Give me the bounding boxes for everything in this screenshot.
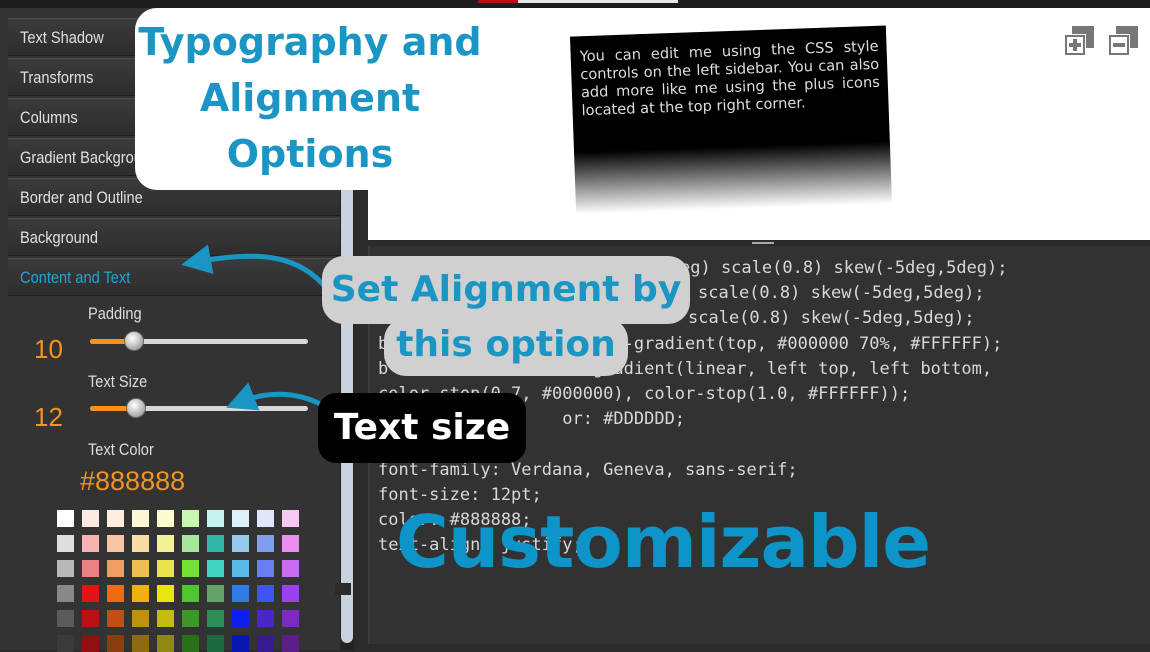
alignment-callout-line-2: this option [384, 318, 628, 376]
typography-callout-line: Alignment [199, 76, 421, 120]
typography-callout-line: Typography and [138, 20, 482, 64]
alignment-callout: Set Alignment by [322, 256, 690, 324]
alignment-arrow-icon [181, 244, 330, 292]
customizable-overlay: Customizable [396, 500, 931, 584]
text-size-callout: Text size [318, 393, 526, 463]
typography-callout: Typography and Alignment Options [135, 8, 485, 190]
typography-callout-line: Options [226, 132, 394, 176]
text-size-arrow-icon [226, 382, 328, 411]
